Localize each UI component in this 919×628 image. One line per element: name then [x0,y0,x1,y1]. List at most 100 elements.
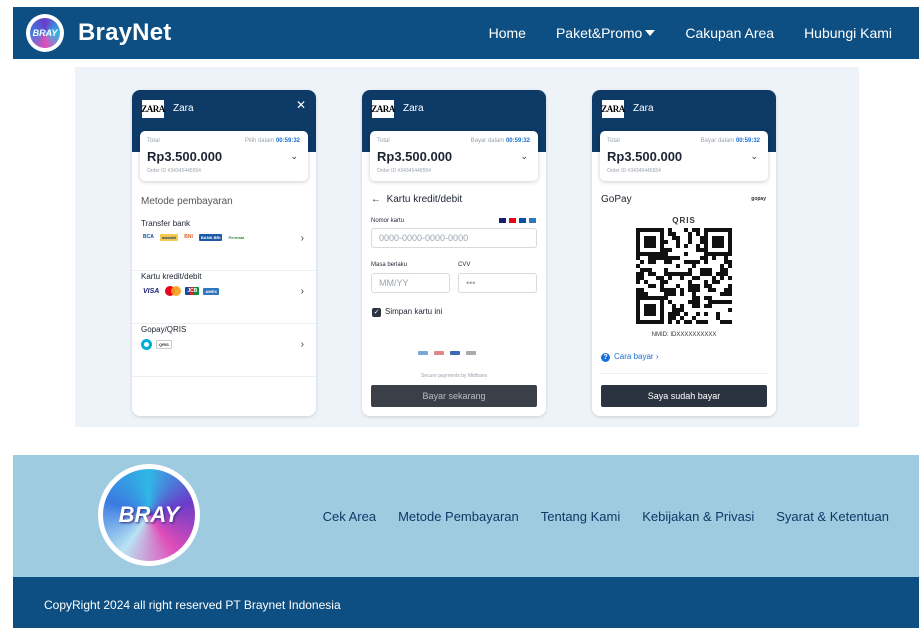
total-label: Total [147,138,160,144]
partner-logo [434,351,444,355]
chevron-down-icon[interactable]: ⌄ [290,151,298,162]
method-credit-card[interactable]: Kartu kredit/debit VISA JCB AMEX › [132,272,316,324]
credit-card-form: ZARA Zara Total Bayar dalam 00:59:32 Rp3… [362,90,546,416]
cvv-label: CVV [458,262,471,268]
merchant-name: Zara [403,103,424,114]
total-box[interactable]: Total Bayar dalam 00:59:32 Rp3.500.000 O… [600,131,768,181]
footer-link-syarat-ketentuan[interactable]: Syarat & Ketentuan [776,509,889,524]
nav-hubungi-kami[interactable]: Hubungi Kami [804,25,892,41]
payment-method-card: ZARA Zara ✕ Total Pilih dalam 00:59:32 R… [132,90,316,416]
secure-text: Secure payments by Midtrans [420,373,488,379]
footer-link-kebijakan-privasi[interactable]: Kebijakan & Privasi [642,509,754,524]
method-title: Gopay/QRIS [141,325,187,334]
bri-logo: BANK BRI [198,233,223,241]
timer: Bayar dalam 00:59:32 [471,138,530,144]
footer: BRAY Cek Area Metode Pembayaran Tentang … [13,455,919,577]
arrow-left-icon[interactable]: ← [371,194,381,205]
accepted-card-icons [499,218,536,223]
method-transfer-bank[interactable]: Transfer bank BCA mandiri BNI BANK BRI P… [132,219,316,271]
permata-logo: Permata [228,234,245,240]
method-title: Transfer bank [141,219,191,228]
merchant-name: Zara [633,103,654,114]
amex-logo: AMEX [203,287,219,295]
qris-label: QRIS [672,216,696,225]
chevron-right-icon: › [300,339,304,350]
total-box[interactable]: Total Bayar dalam 00:59:32 Rp3.500.000 O… [370,131,538,181]
nav-paket-label: Paket&Promo [555,25,643,41]
mastercard-icon [509,218,516,223]
copyright-bar: CopyRight 2024 all right reserved PT Bra… [13,577,919,628]
card-logos: VISA JCB AMEX [141,286,219,296]
mandiri-logo: mandiri [159,233,179,241]
method-gopay-qris[interactable]: Gopay/QRIS QRIS › [132,325,316,377]
chevron-right-icon: › [655,352,659,361]
divider [601,373,767,374]
nmid-text: NMID: IDXXXXXXXXXX [651,332,717,338]
brand-name[interactable]: BrayNet [78,19,171,47]
expiry-label: Masa berlaku [371,262,408,268]
chevron-down-icon[interactable]: ⌄ [520,151,528,162]
gopay-icon [141,339,152,350]
timer-value: 00:59:32 [275,138,300,144]
timer-label: Pilih dalam [244,138,275,144]
qr-code [636,228,732,324]
timer-value: 00:59:32 [735,138,760,144]
order-id: Order ID #34345445554 [607,168,661,174]
already-paid-button[interactable]: Saya sudah bayar [601,385,767,407]
total-label: Total [377,138,390,144]
braynet-logo-icon[interactable]: BRAY [26,14,64,52]
footer-link-cek-area[interactable]: Cek Area [323,509,376,524]
amex-icon [529,218,536,223]
logo-text: BRAY [30,18,60,48]
zara-logo: ZARA [371,100,395,118]
expiry-input[interactable]: MM/YY [371,273,450,293]
save-card-label: Simpan kartu ini [385,307,443,316]
chevron-right-icon: › [300,233,304,244]
section-title: Metode pembayaran [141,196,233,207]
partner-logo [418,351,428,355]
nav-paket-promo[interactable]: Paket&Promo [555,25,656,41]
bca-logo: BCA [143,234,154,240]
footer-link-metode-pembayaran[interactable]: Metode Pembayaran [398,509,519,524]
chevron-right-icon: › [300,286,304,297]
gopay-title: GoPay [601,194,632,205]
payment-mockup-area: ZARA Zara ✕ Total Pilih dalam 00:59:32 R… [75,67,859,427]
close-icon[interactable]: ✕ [296,98,306,112]
qr-module [728,320,732,324]
save-card-checkbox[interactable]: ✓ [372,308,381,317]
how-to-pay-link[interactable]: ? Cara bayar › [601,352,658,362]
total-box[interactable]: Total Pilih dalam 00:59:32 Rp3.500.000 O… [140,131,308,181]
timer-label: Bayar dalam [700,138,735,144]
jcb-logo: JCB [185,287,200,295]
card-number-input[interactable]: 0000-0000-0000-0000 [371,228,537,248]
bank-logos: BCA mandiri BNI BANK BRI Permata [141,233,246,241]
how-to-pay-label: Cara bayar [614,352,654,361]
order-id: Order ID #34345445554 [377,168,431,174]
partner-logos [418,351,476,355]
ewallet-logos: QRIS [141,339,172,350]
order-id: Order ID #34345445554 [147,168,201,174]
timer: Pilih dalam 00:59:32 [245,138,300,144]
qris-logo: QRIS [156,340,172,349]
footer-logo-text: BRAY [103,469,195,561]
form-title: ← Kartu kredit/debit [371,194,462,205]
partner-logo [466,351,476,355]
bni-logo: BNI [184,234,193,240]
chevron-down-icon[interactable]: ⌄ [750,151,758,162]
footer-link-tentang-kami[interactable]: Tentang Kami [541,509,621,524]
nav-cakupan-area[interactable]: Cakupan Area [685,25,774,41]
card-number-label: Nomor kartu [371,218,405,224]
zara-logo: ZARA [141,100,165,118]
timer-value: 00:59:32 [505,138,530,144]
zara-logo: ZARA [601,100,625,118]
copyright-text: CopyRight 2024 all right reserved PT Bra… [44,598,341,612]
cvv-input[interactable]: ••• [458,273,537,293]
form-title-text: Kartu kredit/debit [386,194,463,205]
partner-logo [450,351,460,355]
footer-logo-icon[interactable]: BRAY [98,464,200,566]
gopay-qr-card: ZARA Zara Total Bayar dalam 00:59:32 Rp3… [592,90,776,416]
pay-now-button[interactable]: Bayar sekarang [371,385,537,407]
nav-home[interactable]: Home [489,25,526,41]
visa-icon [499,218,506,223]
merchant-name: Zara [173,103,194,114]
